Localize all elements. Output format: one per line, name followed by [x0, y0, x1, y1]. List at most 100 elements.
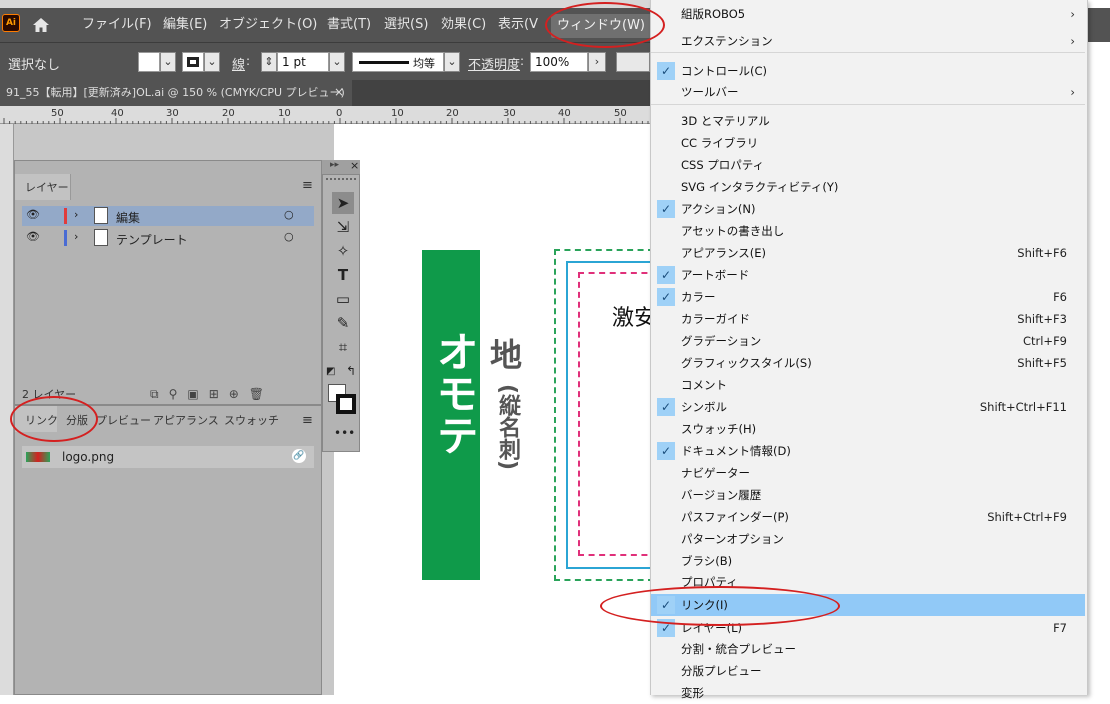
tab-swatches[interactable]: スウォッチ — [224, 412, 279, 428]
expand-arrow-icon[interactable]: › — [74, 208, 78, 221]
menu-item-window[interactable]: ✓ コントロール(C) — [651, 60, 1085, 82]
layer-thumbnail — [94, 229, 108, 246]
layer-row-template[interactable]: 👁 › テンプレート ○ — [22, 228, 314, 248]
menu-item-window[interactable]: ツールバー › — [651, 81, 1085, 103]
menu-effect[interactable]: 効果(C) — [441, 8, 486, 42]
panel-menu-icon[interactable]: ≡ — [302, 413, 313, 428]
opacity-input[interactable]: 100% — [530, 52, 588, 72]
menu-item-window[interactable]: SVG インタラクティビティ(Y) — [651, 176, 1085, 198]
direct-selection-tool-icon[interactable]: ⇲ — [332, 216, 354, 238]
tab-layers[interactable]: レイヤー — [15, 174, 71, 200]
stroke-profile-dropdown[interactable]: ⌄ — [444, 52, 460, 72]
stroke-weight-input[interactable]: 1 pt — [277, 52, 329, 72]
menu-item-label: 3D とマテリアル — [681, 114, 770, 128]
home-icon[interactable] — [32, 17, 50, 33]
tab-appearance[interactable]: アピアランス — [153, 412, 219, 428]
link-row[interactable]: logo.png 🔗 — [22, 446, 314, 468]
target-circle-icon[interactable]: ○ — [284, 230, 294, 243]
menu-item-window[interactable]: 3D とマテリアル — [651, 110, 1085, 132]
default-colors-icon[interactable]: ◩ — [326, 366, 335, 377]
menu-item-window[interactable]: ナビゲーター — [651, 462, 1085, 484]
menu-item-window[interactable]: ✓ アートボード — [651, 264, 1085, 286]
selection-tool-icon[interactable]: ➤ — [332, 192, 354, 214]
stroke-dropdown[interactable]: ⌄ — [204, 52, 220, 72]
menu-item-window[interactable]: グラデーション Ctrl+F9 — [651, 330, 1085, 352]
menu-file[interactable]: ファイル(F) — [82, 8, 152, 42]
opacity-label[interactable]: 不透明度 — [468, 54, 520, 73]
artboard-tool-icon[interactable]: ⌗ — [332, 336, 354, 358]
menu-item-window[interactable]: バージョン履歴 — [651, 484, 1085, 506]
checkmark-icon: ✓ — [657, 62, 675, 80]
menu-item-shortcut: F6 — [1053, 290, 1067, 304]
panel-menu-icon[interactable]: ≡ — [302, 178, 313, 193]
layer-name: テンプレート — [116, 233, 188, 247]
selection-status: 選択なし — [8, 58, 61, 73]
layer-name: 編集 — [116, 211, 141, 225]
menu-item-window[interactable]: アセットの書き出し — [651, 220, 1085, 242]
swap-colors-icon[interactable]: ↰ — [346, 364, 356, 378]
document-tab[interactable]: 91_55【転用】[更新済み]OL.ai @ 150 % (CMYK/CPU プ… — [0, 80, 352, 106]
layer-footer-icons[interactable]: ⧉⚲▣⊞⊕🗑 — [150, 387, 274, 402]
expand-panel-icon[interactable]: ▸▸ — [330, 160, 339, 170]
document-setup-button[interactable] — [616, 52, 650, 72]
magic-wand-icon[interactable]: ✧ — [332, 240, 354, 262]
illustrator-app-icon[interactable]: Ai — [2, 14, 20, 32]
stroke-swatch[interactable] — [182, 52, 204, 72]
menu-item-window[interactable]: アピアランス(E) Shift+F6 — [651, 242, 1085, 264]
menu-item-window[interactable]: パスファインダー(P) Shift+Ctrl+F9 — [651, 506, 1085, 528]
expand-arrow-icon[interactable]: › — [74, 230, 78, 243]
menu-edit[interactable]: 編集(E) — [163, 8, 207, 42]
menu-separator — [651, 104, 1085, 105]
menu-view[interactable]: 表示(V — [498, 8, 538, 42]
stroke-stepper[interactable]: ⇕ — [261, 52, 277, 72]
fill-dropdown[interactable]: ⌄ — [160, 52, 176, 72]
menu-item-window[interactable]: ✓ カラー F6 — [651, 286, 1085, 308]
stroke-profile-select[interactable]: 均等 — [352, 52, 444, 72]
menu-item-window[interactable]: ✓ アクション(N) — [651, 198, 1085, 220]
visibility-eye-icon[interactable]: 👁 — [26, 230, 40, 243]
menu-item-window[interactable]: カラーガイド Shift+F3 — [651, 308, 1085, 330]
menu-item-window[interactable]: コメント — [651, 374, 1085, 396]
type-tool-icon[interactable]: T — [332, 264, 354, 286]
visibility-eye-icon[interactable]: 👁 — [26, 208, 40, 221]
menu-item-window[interactable]: エクステンション › — [651, 30, 1085, 52]
layer-row-hensyu[interactable]: 👁 › 編集 ○ — [22, 206, 314, 226]
stroke-profile-label: 均等 — [413, 57, 435, 70]
menu-item-window[interactable]: グラフィックスタイル(S) Shift+F5 — [651, 352, 1085, 374]
rectangle-tool-icon[interactable]: ▭ — [332, 288, 354, 310]
menu-item-window[interactable]: 分版プレビュー — [651, 660, 1085, 682]
eyedropper-icon[interactable]: ✎ — [332, 312, 354, 334]
close-panel-icon[interactable]: × — [350, 159, 359, 172]
menu-type[interactable]: 書式(T) — [327, 8, 371, 42]
toolbox-grip[interactable] — [326, 178, 356, 184]
target-circle-icon[interactable]: ○ — [284, 208, 294, 221]
menu-item-shortcut: Shift+F5 — [1017, 356, 1067, 370]
menu-item-window[interactable]: 分割・統合プレビュー — [651, 638, 1085, 660]
menu-item-label: スウォッチ(H) — [681, 422, 757, 436]
menu-item-window[interactable]: 組版ROBO5 › — [651, 3, 1085, 25]
menu-item-window[interactable]: ブラシ(B) — [651, 550, 1085, 572]
stroke-weight-dropdown[interactable]: ⌄ — [329, 52, 345, 72]
stroke-color-box[interactable] — [336, 394, 356, 414]
more-tools-icon[interactable]: ••• — [334, 426, 355, 440]
menu-item-window[interactable]: パターンオプション — [651, 528, 1085, 550]
omote-title: オモテ — [430, 330, 479, 456]
opacity-arrow[interactable]: › — [588, 52, 606, 72]
tab-layers-label: レイヤー — [25, 181, 69, 194]
menu-item-shortcut: Shift+F6 — [1017, 246, 1067, 260]
menu-select[interactable]: 選択(S) — [384, 8, 428, 42]
menu-item-window[interactable]: スウォッチ(H) — [651, 418, 1085, 440]
menu-item-label: アクション(N) — [681, 202, 756, 216]
fill-swatch[interactable] — [138, 52, 160, 72]
close-tab-icon[interactable]: × — [334, 85, 344, 99]
menu-item-label: コメント — [681, 378, 727, 392]
menu-item-window[interactable]: CC ライブラリ — [651, 132, 1085, 154]
menu-item-window[interactable]: CSS プロパティ — [651, 154, 1085, 176]
menu-object[interactable]: オブジェクト(O) — [219, 8, 317, 42]
stroke-label[interactable]: 線 — [232, 54, 245, 73]
menu-item-window[interactable]: ✓ シンボル Shift+Ctrl+F11 — [651, 396, 1085, 418]
menu-item-window[interactable]: ✓ ドキュメント情報(D) — [651, 440, 1085, 462]
layer-thumbnail — [94, 207, 108, 224]
tab-preview[interactable]: プレビュー — [96, 412, 151, 428]
menu-item-window[interactable]: 変形 — [651, 682, 1085, 704]
